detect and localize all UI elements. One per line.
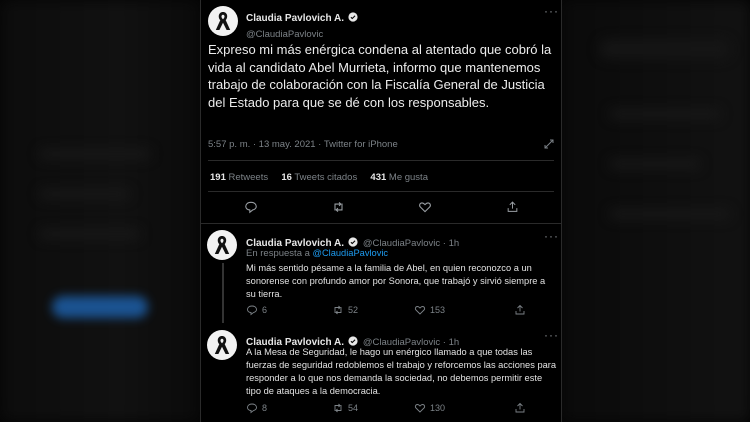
blurred-trend <box>610 110 720 118</box>
reply-actions: 8 54 130 <box>246 402 526 414</box>
divider <box>208 191 554 192</box>
more-icon[interactable]: ··· <box>544 229 559 243</box>
divider <box>200 223 562 224</box>
thread-line <box>222 263 224 323</box>
blurred-tweet-button <box>52 296 148 318</box>
blurred-search <box>600 40 730 58</box>
blurred-left-sidebar <box>0 0 200 422</box>
verified-icon <box>348 336 359 346</box>
share-icon <box>515 304 525 315</box>
retweet-button[interactable]: 52 <box>332 304 414 316</box>
avatar[interactable] <box>208 6 238 36</box>
like-button[interactable]: 130 <box>414 402 514 414</box>
reply-text: Mi más sentido pésame a la familia de Ab… <box>246 263 546 299</box>
reply-icon[interactable] <box>244 200 258 214</box>
replying-to-link[interactable]: @ClaudiaPavlovic <box>313 248 389 258</box>
mourning-ribbon-icon <box>214 236 230 254</box>
avatar[interactable] <box>207 330 237 360</box>
tweet-stats: 191 Retweets 16 Tweets citados 431 Me gu… <box>210 172 428 183</box>
retweets-stat[interactable]: 191 Retweets <box>210 172 268 183</box>
blurred-trend <box>610 160 700 168</box>
reply-text: A la Mesa de Seguridad, le hago un enérg… <box>246 347 557 396</box>
more-icon[interactable]: ··· <box>544 4 559 18</box>
share-icon[interactable] <box>506 200 519 214</box>
tweet-meta[interactable]: 5:57 p. m. · 13 may. 2021 · Twitter for … <box>208 139 398 150</box>
reply-actions: 6 52 153 <box>246 304 526 316</box>
blurred-nav-item <box>40 150 150 158</box>
blurred-nav-item <box>40 190 130 198</box>
more-icon[interactable]: ··· <box>544 328 559 342</box>
avatar[interactable] <box>207 230 237 260</box>
mourning-ribbon-icon <box>214 336 230 354</box>
share-button[interactable] <box>514 402 526 414</box>
retweet-icon[interactable] <box>331 200 346 214</box>
author-handle[interactable]: @ClaudiaPavlovic <box>246 29 358 40</box>
reply-button[interactable]: 6 <box>246 304 332 316</box>
mourning-ribbon-icon <box>215 12 231 30</box>
like-icon <box>414 306 426 315</box>
likes-stat[interactable]: 431 Me gusta <box>370 172 428 183</box>
analytics-icon[interactable] <box>543 138 555 150</box>
like-icon[interactable] <box>418 200 432 214</box>
verified-icon <box>348 237 359 247</box>
retweet-icon <box>334 305 342 315</box>
retweet-button[interactable]: 54 <box>332 402 414 414</box>
like-button[interactable]: 153 <box>414 304 514 316</box>
reply-icon <box>247 403 257 414</box>
author-name[interactable]: Claudia Pavlovich A. <box>246 13 344 24</box>
replying-to: En respuesta a @ClaudiaPavlovic <box>246 248 389 259</box>
retweet-icon <box>334 403 342 413</box>
reply-button[interactable]: 8 <box>246 402 332 414</box>
blurred-nav-item <box>40 230 140 238</box>
author-block: Claudia Pavlovich A. @ClaudiaPavlovic <box>246 8 359 40</box>
like-icon <box>414 404 426 413</box>
blurred-trend <box>610 210 730 218</box>
verified-icon <box>348 12 359 22</box>
tweet-text: Expreso mi más enérgica condena al atent… <box>208 42 552 110</box>
reply-icon <box>247 305 257 316</box>
share-button[interactable] <box>514 304 526 316</box>
share-icon <box>515 402 525 413</box>
divider <box>208 160 554 161</box>
quotes-stat[interactable]: 16 Tweets citados <box>281 172 357 183</box>
